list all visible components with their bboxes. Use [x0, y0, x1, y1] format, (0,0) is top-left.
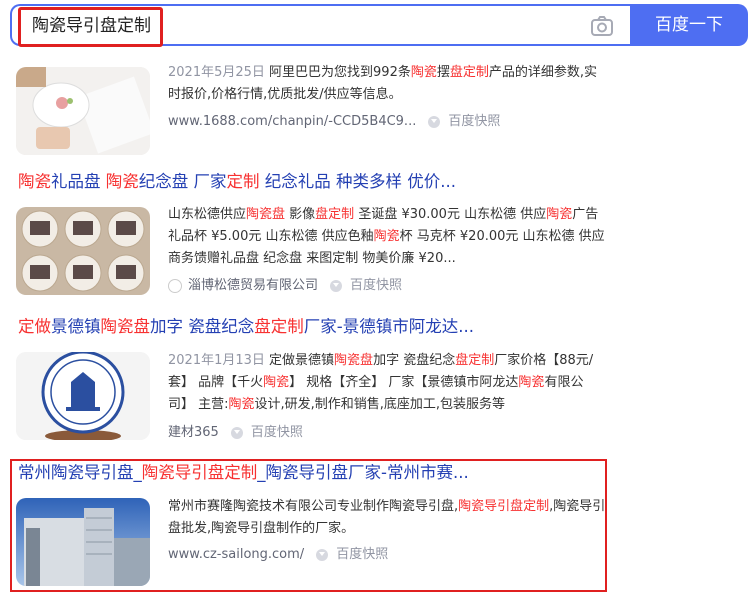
text-run: 纪念盘 厂家 — [138, 172, 227, 191]
site-favicon-icon — [168, 279, 182, 293]
result-abstract: 2021年1月13日 定做景德镇陶瓷盘加字 瓷盘纪念盘定制厂家价格【88元/套】… — [168, 350, 608, 416]
search-bar: 陶瓷导引盘定制 百度一下 — [10, 4, 748, 47]
keyword-highlight: 陶瓷 — [518, 375, 545, 390]
text-run: 厂家-景德镇市阿龙达... — [303, 317, 474, 336]
result-title-link[interactable]: 定做景德镇陶瓷盘加字 瓷盘纪念盘定制厂家-景德镇市阿龙达... — [18, 316, 474, 338]
search-button[interactable]: 百度一下 — [630, 4, 748, 46]
dropdown-icon[interactable] — [330, 280, 343, 292]
text-run: 设计,研发,制作和销售,底座加工,包装服务等 — [254, 397, 506, 412]
result-title-link[interactable]: 陶瓷礼品盘 陶瓷纪念盘 厂家定制 纪念礼品 种类多样 优价... — [18, 171, 456, 193]
keyword-highlight: 定制 — [226, 172, 260, 191]
result-highlight-box — [10, 459, 607, 592]
keyword-highlight: 盘定制 — [254, 317, 304, 336]
result-abstract: 山东松德供应陶瓷盘 影像盘定制 圣诞盘 ¥30.00元 山东松德 供应陶瓷广告礼… — [168, 204, 608, 270]
result-abstract: 2021年5月25日 阿里巴巴为您找到992条陶瓷摆盘定制产品的详细参数,实时报… — [168, 62, 608, 106]
source-url[interactable]: www.1688.com/chanpin/-CCD5B4C9... — [168, 113, 416, 131]
result-thumbnail[interactable] — [16, 352, 150, 440]
keyword-highlight: 盘定制 — [449, 65, 489, 80]
text-run: 纪念礼品 种类多样 优价... — [259, 172, 456, 191]
dropdown-icon[interactable] — [428, 116, 441, 128]
source-name[interactable]: 建材365 — [168, 424, 219, 442]
result-date: 2021年1月13日 — [168, 353, 270, 368]
source-name[interactable]: 淄博松德贸易有限公司 — [188, 277, 318, 295]
result-source[interactable]: www.1688.com/chanpin/-CCD5B4C9... 百度快照 — [168, 113, 500, 131]
text-run: 加字 瓷盘纪念 — [150, 317, 255, 336]
text-run: 】 规格【齐全】 厂家【景德镇市阿龙达 — [289, 375, 519, 390]
snapshot-link[interactable]: 百度快照 — [448, 113, 500, 131]
keyword-highlight: 陶瓷 — [263, 375, 290, 390]
query-highlight-box — [18, 7, 163, 47]
snapshot-link[interactable]: 百度快照 — [350, 277, 402, 295]
keyword-highlight: 陶瓷 — [410, 65, 437, 80]
text-run: 礼品盘 — [51, 172, 106, 191]
keyword-highlight: 陶瓷盘 — [100, 317, 151, 336]
result-source[interactable]: 建材365 百度快照 — [168, 424, 303, 442]
keyword-highlight: 陶瓷 — [373, 229, 400, 244]
dropdown-icon[interactable] — [230, 427, 243, 439]
keyword-highlight: 陶瓷 — [546, 207, 573, 222]
camera-icon[interactable] — [590, 15, 614, 37]
keyword-highlight: 陶瓷 — [105, 172, 139, 191]
keyword-highlight: 盘定制 — [455, 353, 495, 368]
result-date: 2021年5月25日 — [168, 65, 270, 80]
text-run: 影像 — [285, 207, 316, 222]
result-source[interactable]: 淄博松德贸易有限公司 百度快照 — [168, 277, 402, 295]
snapshot-link[interactable]: 百度快照 — [251, 424, 303, 442]
keyword-highlight: 陶瓷 — [228, 397, 255, 412]
text-run: 加字 瓷盘纪念 — [373, 353, 456, 368]
keyword-highlight: 陶瓷 — [18, 172, 51, 191]
text-run: 定做景德镇 — [269, 353, 335, 368]
keyword-highlight: 定做 — [18, 317, 51, 336]
keyword-highlight: 陶瓷盘 — [334, 353, 374, 368]
result-thumbnail[interactable] — [16, 67, 150, 155]
text-run: 摆 — [436, 65, 450, 80]
text-run: 山东松德供应 — [168, 207, 247, 222]
text-run: 圣诞盘 ¥30.00元 山东松德 供应 — [354, 207, 547, 222]
text-run: 景德镇 — [51, 317, 101, 336]
text-run: 阿里巴巴为您找到992条 — [269, 65, 411, 80]
keyword-highlight: 盘定制 — [315, 207, 355, 222]
result-thumbnail[interactable] — [16, 207, 150, 295]
keyword-highlight: 陶瓷盘 — [246, 207, 286, 222]
